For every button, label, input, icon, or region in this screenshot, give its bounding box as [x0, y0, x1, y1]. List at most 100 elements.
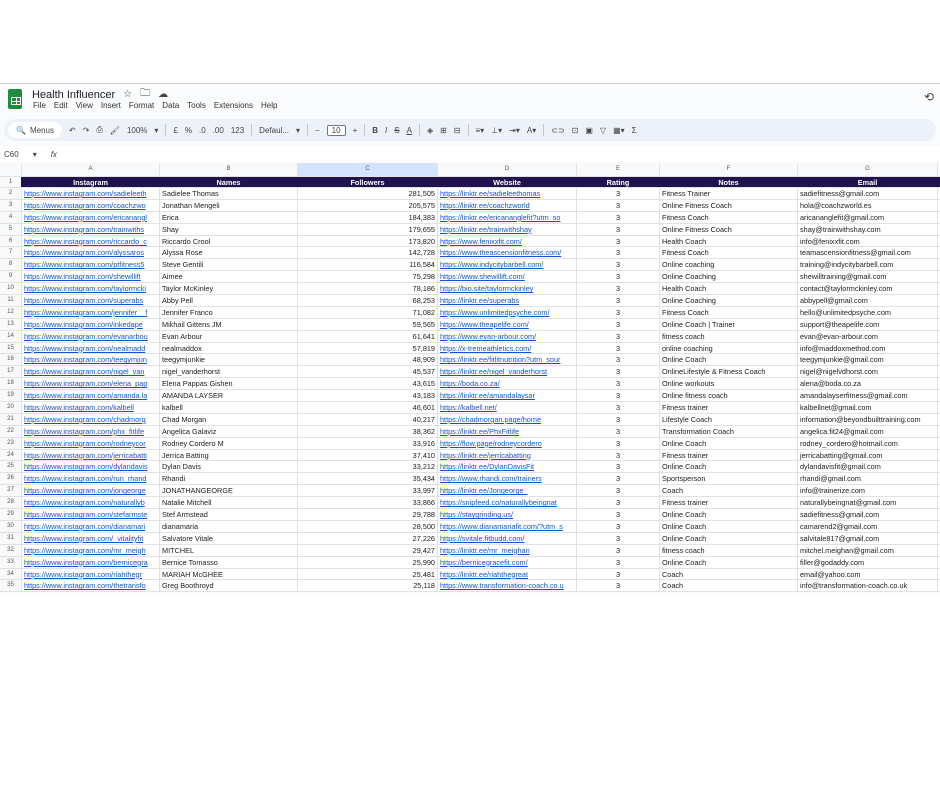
column-header-b[interactable]: B	[160, 163, 298, 176]
cell-website[interactable]: https://www.transformation-coach.co.u	[438, 580, 577, 592]
percent-button[interactable]: %	[185, 126, 192, 135]
website-link[interactable]: https://www.indycitybarbell.com/	[440, 260, 543, 269]
cell-instagram[interactable]: https://www.instagram.com/bernicegra	[22, 556, 160, 568]
cell-name[interactable]: Jerrica Batting	[160, 449, 298, 461]
cell-instagram[interactable]: https://www.instagram.com/ericanangl	[22, 211, 160, 223]
cell-email[interactable]: information@beyondbuilttraining.com	[798, 413, 938, 425]
cell-email[interactable]: alena@boda.co.za	[798, 378, 938, 390]
row-number[interactable]: 16	[0, 354, 22, 366]
cell-email[interactable]: shay@trainwithshay.com	[798, 223, 938, 235]
cell-notes[interactable]: Online Coach	[660, 509, 798, 520]
cell-instagram[interactable]: https://www.instagram.com/thetransfo	[22, 580, 160, 592]
cell-notes[interactable]: Fitness trainer	[660, 402, 798, 413]
cell-rating[interactable]: 3	[577, 580, 660, 592]
instagram-link[interactable]: https://www.instagram.com/kalbell	[24, 403, 134, 412]
cell-rating[interactable]: 3	[577, 188, 660, 199]
cell-notes[interactable]: Online fitness coach	[660, 390, 798, 402]
instagram-link[interactable]: https://www.instagram.com/sadieleeth	[24, 189, 146, 198]
cell-name[interactable]: Alyssa Rose	[160, 247, 298, 259]
website-link[interactable]: https://x-tremeathletics.com/	[440, 344, 531, 353]
row-number[interactable]: 14	[0, 330, 22, 342]
cell-email[interactable]: sadiefitness@gmail.com	[798, 509, 938, 520]
cell-email[interactable]: evan@evan-arbour.com	[798, 330, 938, 342]
cell-website[interactable]: https://www.fenixxfit.com/	[438, 235, 577, 247]
cell-website[interactable]: https://linktr.ee/jerricabatting	[438, 449, 577, 461]
cell-email[interactable]: rhandi@gmail.com	[798, 473, 938, 485]
cell-notes[interactable]: Online Fitness Coach	[660, 223, 798, 235]
cell-website[interactable]: https://www.unlimitedpsyche.com/	[438, 306, 577, 318]
cell-email[interactable]: angelica.fit24@gmail.com	[798, 425, 938, 437]
cell-name[interactable]: nealmaddox	[160, 342, 298, 354]
cell-notes[interactable]: Coach	[660, 580, 798, 592]
currency-button[interactable]: £	[173, 126, 177, 135]
cell-email[interactable]: hello@unlimitedpsyche.com	[798, 306, 938, 318]
cell-rating[interactable]: 3	[577, 259, 660, 271]
cell-email[interactable]: contact@taylormckinley.com	[798, 283, 938, 295]
instagram-link[interactable]: https://www.instagram.com/naturallyb	[24, 498, 145, 507]
cell-rating[interactable]: 3	[577, 520, 660, 532]
cell-name[interactable]: Taylor McKinley	[160, 283, 298, 295]
cell-notes[interactable]: Online Coaching	[660, 295, 798, 306]
cell-notes[interactable]: Sportsperson	[660, 473, 798, 485]
cell-notes[interactable]: Online Coach	[660, 556, 798, 568]
cell-email[interactable]: amandalayserfitness@gmail.com	[798, 390, 938, 402]
cell-followers[interactable]: 173,820	[298, 235, 438, 247]
row-number[interactable]: 9	[0, 271, 22, 283]
cell-website[interactable]: https://linktr.ee/trainwithshay	[438, 223, 577, 235]
cell-instagram[interactable]: https://www.instagram.com/nealmadd	[22, 342, 160, 354]
cell-website[interactable]: https://www.theapelife.com/	[438, 318, 577, 330]
cell-instagram[interactable]: https://www.instagram.com/stefarmste	[22, 509, 160, 520]
instagram-link[interactable]: https://www.instagram.com/coachzwo	[24, 201, 146, 210]
cell-email[interactable]: email@yahoo.com	[798, 568, 938, 580]
cell-email[interactable]: teamascensionfitness@gmail.com	[798, 247, 938, 259]
text-rotate-icon[interactable]: A▾	[527, 126, 536, 135]
row-number[interactable]: 8	[0, 259, 22, 271]
row-number[interactable]: 22	[0, 425, 22, 437]
cell-instagram[interactable]: https://www.instagram.com/chadmorg	[22, 413, 160, 425]
menu-format[interactable]: Format	[129, 101, 154, 110]
cell-followers[interactable]: 71,082	[298, 306, 438, 318]
cell-followers[interactable]: 25,990	[298, 556, 438, 568]
row-number[interactable]: 33	[0, 556, 22, 568]
cell-email[interactable]: filler@godaddy.com	[798, 556, 938, 568]
instagram-link[interactable]: https://www.instagram.com/rodneycor	[24, 439, 146, 448]
cell-followers[interactable]: 205,575	[298, 199, 438, 211]
cell-website[interactable]: https://staygrinding.us/	[438, 509, 577, 520]
cell-rating[interactable]: 3	[577, 556, 660, 568]
select-all-corner[interactable]	[0, 163, 22, 176]
cell-instagram[interactable]: https://www.instagram.com/trainwiths	[22, 223, 160, 235]
cell-instagram[interactable]: https://www.instagram.com/sadieleeth	[22, 188, 160, 199]
italic-button[interactable]: I	[385, 126, 387, 135]
website-link[interactable]: https://linktr.ee/jerricabatting	[440, 451, 531, 460]
cell-email[interactable]: naturallybeingnat@gmail.com	[798, 497, 938, 509]
instagram-link[interactable]: https://www.instagram.com/riccardo_c	[24, 237, 147, 246]
cell-followers[interactable]: 29,427	[298, 544, 438, 556]
instagram-link[interactable]: https://www.instagram.com/teegymjun	[24, 355, 147, 364]
website-link[interactable]: https://flow.page/rodneycordero	[440, 439, 542, 448]
sheets-logo-icon[interactable]	[8, 89, 22, 109]
chevron-down-icon[interactable]: ▾	[296, 126, 300, 135]
row-number[interactable]: 21	[0, 413, 22, 425]
cell-email[interactable]: shewilltraining@gmail.com	[798, 271, 938, 283]
website-link[interactable]: https://linktr.ee/ericananglefit?utm_so	[440, 213, 560, 222]
vertical-align-icon[interactable]: ⊥▾	[491, 126, 502, 135]
instagram-link[interactable]: https://www.instagram.com/riahthegr	[24, 570, 142, 579]
instagram-link[interactable]: https://www.instagram.com/nealmadd	[24, 344, 145, 353]
cell-rating[interactable]: 3	[577, 544, 660, 556]
cell-email[interactable]: teegymjunkie@gmail.com	[798, 354, 938, 366]
cell-followers[interactable]: 75,298	[298, 271, 438, 283]
row-number[interactable]: 1	[0, 177, 22, 187]
website-link[interactable]: https://kalbell.net/	[440, 403, 497, 412]
cloud-status-icon[interactable]: ☁	[158, 89, 168, 100]
instagram-link[interactable]: https://www.instagram.com/chadmorg	[24, 415, 146, 424]
cell-instagram[interactable]: https://www.instagram.com/jennifer__f	[22, 306, 160, 318]
undo-icon[interactable]: ↶	[69, 126, 76, 135]
row-number[interactable]: 18	[0, 378, 22, 390]
website-link[interactable]: https://www.dianamariafit.com/?utm_s	[440, 522, 563, 531]
cell-website[interactable]: https://linktr.ee/superabs	[438, 295, 577, 306]
cell-notes[interactable]: Online workouts	[660, 378, 798, 390]
cell-name[interactable]: dianamaria	[160, 520, 298, 532]
column-header-c[interactable]: C	[298, 163, 438, 176]
cell-rating[interactable]: 3	[577, 283, 660, 295]
star-icon[interactable]: ☆	[123, 89, 132, 100]
